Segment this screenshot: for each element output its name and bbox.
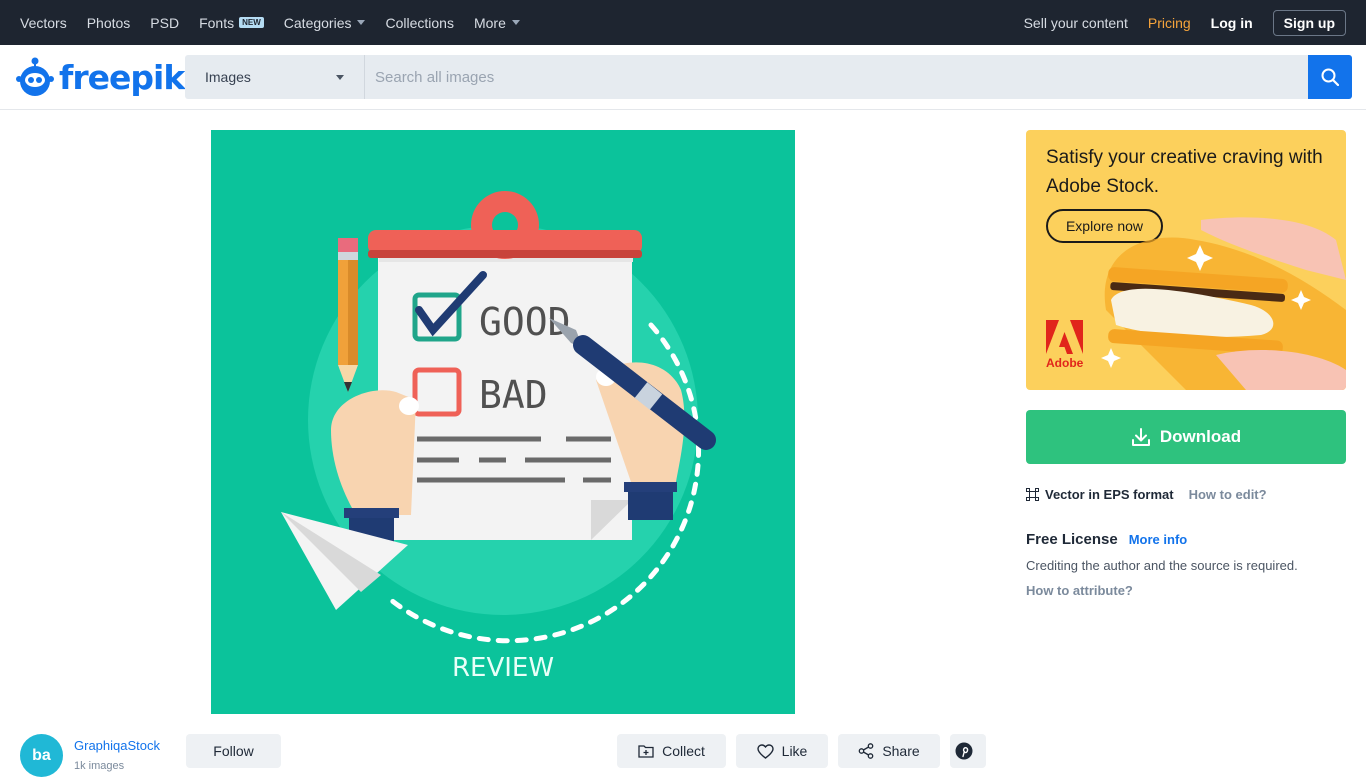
chevron-down-icon [357, 20, 366, 25]
nav-photos-label: Photos [86, 14, 131, 31]
download-label: Download [1159, 427, 1242, 446]
nav-psd-label: PSD [150, 14, 180, 31]
login-link[interactable]: Log in [1211, 15, 1253, 31]
how-to-edit-link[interactable]: How to edit? [1189, 487, 1267, 502]
nav-vectors-label: Vectors [20, 14, 67, 31]
nav-categories[interactable]: Categories [284, 15, 366, 31]
search-input[interactable] [365, 55, 1308, 99]
vector-format-icon [1026, 488, 1039, 501]
nav-fonts-label: Fonts [199, 14, 235, 31]
more-info-link[interactable]: More info [1129, 532, 1188, 547]
license-title: Free License [1026, 531, 1118, 548]
sell-content-link[interactable]: Sell your content [1024, 15, 1128, 31]
share-button[interactable]: Share [838, 734, 940, 768]
nav-more-label: More [473, 14, 506, 31]
search-icon [1321, 68, 1339, 86]
author-name-link[interactable]: GraphiqaStock [74, 738, 160, 753]
freepik-logo[interactable]: freepik [15, 55, 185, 99]
pricing-link[interactable]: Pricing [1148, 15, 1191, 31]
nav-collections-label: Collections [385, 14, 454, 31]
top-nav-left: Vectors Photos PSD Fonts NEW Categories C… [20, 15, 540, 31]
new-badge: NEW [239, 17, 264, 28]
adobe-logo-icon [1046, 320, 1083, 354]
license-header: Free License More info [1026, 531, 1187, 548]
bad-label: BAD [479, 373, 548, 417]
review-caption: REVIEW [452, 653, 554, 683]
nav-more[interactable]: More [474, 15, 520, 31]
nav-vectors[interactable]: Vectors [20, 15, 67, 31]
clipboard-clip [368, 191, 642, 259]
search-bar: Images [185, 55, 1352, 99]
search-type-select[interactable]: Images [185, 55, 365, 99]
author-image-count: 1k images [74, 760, 125, 772]
download-icon [1131, 428, 1150, 446]
like-button[interactable]: Like [736, 734, 828, 768]
freepik-mascot-icon [16, 57, 54, 96]
nav-photos[interactable]: Photos [87, 15, 131, 31]
header: freepik Images [0, 45, 1366, 110]
share-icon [858, 743, 874, 759]
collect-label: Collect [662, 743, 705, 759]
nav-fonts[interactable]: Fonts NEW [199, 15, 264, 31]
top-nav-right: Sell your content Pricing Log in Sign up [1024, 9, 1346, 36]
download-button[interactable]: Download [1026, 410, 1346, 464]
chevron-down-icon [511, 20, 520, 25]
license-description: Crediting the author and the source is r… [1026, 558, 1298, 573]
share-label: Share [882, 743, 920, 759]
search-button[interactable] [1308, 55, 1352, 99]
adobe-brand-text: Adobe [1046, 356, 1084, 370]
collect-button[interactable]: Collect [617, 734, 726, 768]
pinterest-icon [955, 742, 973, 760]
top-navigation: Vectors Photos PSD Fonts NEW Categories C… [0, 0, 1366, 45]
nav-categories-label: Categories [283, 14, 352, 31]
signup-button[interactable]: Sign up [1272, 9, 1346, 36]
chevron-down-icon [336, 75, 344, 80]
format-info: Vector in EPS format How to edit? [1026, 487, 1267, 502]
format-label: Vector in EPS format [1045, 487, 1174, 502]
adobe-stock-ad[interactable]: Satisfy your creative craving with Adobe… [1026, 130, 1346, 390]
nav-psd[interactable]: PSD [150, 15, 179, 31]
logo-text: freepik [59, 57, 185, 97]
like-label: Like [781, 743, 808, 759]
pinterest-button[interactable] [950, 734, 986, 768]
nav-collections[interactable]: Collections [385, 15, 453, 31]
pencil-icon [338, 238, 358, 392]
main-preview-image[interactable]: GOOD BAD REVIEW [211, 130, 795, 714]
how-to-attribute-link[interactable]: How to attribute? [1026, 583, 1133, 598]
follow-button[interactable]: Follow [186, 734, 281, 768]
review-illustration: GOOD BAD REVIEW [281, 191, 716, 683]
folder-add-icon [638, 745, 654, 758]
search-type-label: Images [205, 69, 251, 85]
heart-icon [756, 743, 774, 759]
author-avatar[interactable]: ba [20, 734, 63, 777]
